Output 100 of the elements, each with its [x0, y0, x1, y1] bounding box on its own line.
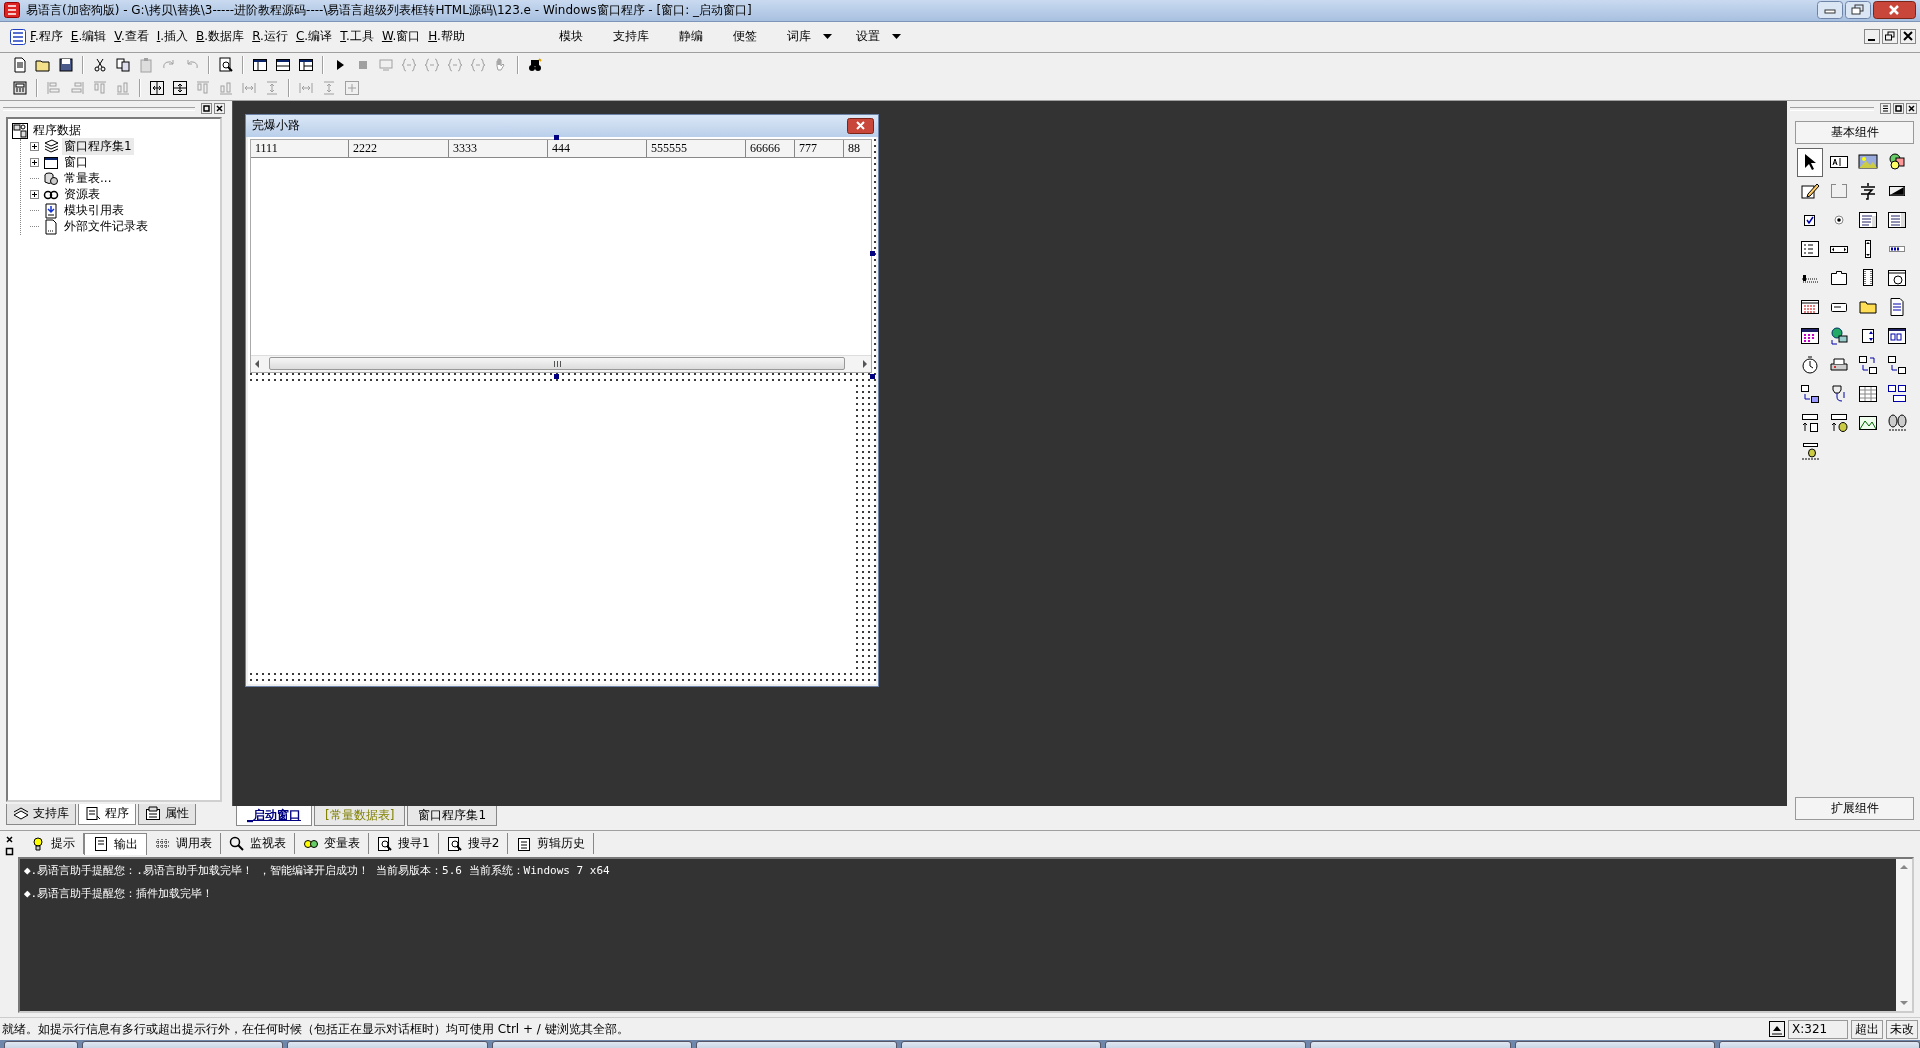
- menu-item[interactable]: I.插入: [154, 28, 195, 46]
- output-tab[interactable]: 调用表: [147, 833, 221, 855]
- menu-item[interactable]: R.运行: [250, 28, 294, 46]
- tree-item[interactable]: 模块引用表: [62, 202, 126, 220]
- expand-icon[interactable]: [30, 142, 39, 152]
- cylinder-link-icon[interactable]: [1800, 442, 1820, 463]
- output-tab[interactable]: 变量表: [295, 833, 369, 855]
- stopwatch-icon[interactable]: [1800, 355, 1820, 376]
- resize-handle[interactable]: [554, 373, 559, 379]
- menu-item[interactable]: B.数据库: [194, 28, 251, 46]
- column-header[interactable]: 555555: [647, 139, 746, 157]
- tree-item[interactable]: 程序数据: [31, 122, 83, 140]
- grid-icon[interactable]: [1858, 384, 1878, 405]
- resize-handle[interactable]: [554, 134, 559, 140]
- menu-item[interactable]: E.编辑: [68, 28, 113, 46]
- column-header[interactable]: 1111: [251, 139, 349, 157]
- network-icon[interactable]: [1887, 355, 1907, 376]
- output-tab[interactable]: 搜寻2: [438, 833, 509, 855]
- tree-item[interactable]: 外部文件记录表: [62, 218, 150, 236]
- menu-item[interactable]: 便签: [720, 28, 769, 46]
- menu-item[interactable]: 词库: [774, 28, 823, 46]
- close-icon[interactable]: [1900, 29, 1916, 45]
- character-icon[interactable]: [1858, 181, 1878, 202]
- stack-icon: [43, 138, 59, 155]
- panel-icon[interactable]: [1887, 326, 1907, 347]
- status-field: 超出: [1851, 1019, 1883, 1039]
- column-header[interactable]: 2222: [349, 139, 449, 157]
- list-view[interactable]: 1111 2222 3333 444 555555 66666 777 88: [250, 138, 872, 373]
- network-icon[interactable]: [1800, 384, 1820, 405]
- tree-item[interactable]: 常量表...: [62, 170, 114, 188]
- document-icon[interactable]: [1887, 297, 1907, 318]
- combo-box-icon[interactable]: [1858, 210, 1878, 231]
- document-tab[interactable]: _启动窗口: [236, 805, 312, 826]
- palette-icon[interactable]: [1800, 326, 1820, 347]
- resize-handle[interactable]: [870, 250, 875, 256]
- list-box-icon[interactable]: [1887, 210, 1907, 231]
- network-icon[interactable]: [1858, 355, 1878, 376]
- menu-icon[interactable]: [1880, 103, 1891, 115]
- menu-item[interactable]: H.帮助: [426, 28, 471, 46]
- menu-item[interactable]: 静编: [666, 28, 715, 46]
- globe-computer-icon[interactable]: [1829, 326, 1849, 347]
- column-header[interactable]: 444: [548, 139, 647, 157]
- tree-item[interactable]: 窗口程序集1: [62, 138, 134, 156]
- data-source-icon[interactable]: [1800, 413, 1820, 434]
- output-tab[interactable]: 搜寻1: [369, 833, 439, 855]
- restore-icon[interactable]: [1882, 29, 1898, 45]
- restore-icon[interactable]: [1893, 103, 1904, 115]
- toolbox-button[interactable]: 基本组件: [1795, 120, 1914, 144]
- menu-item[interactable]: F.程序: [28, 28, 69, 46]
- menu-item[interactable]: W.窗口: [379, 28, 427, 46]
- column-header[interactable]: 3333: [449, 139, 548, 157]
- menu-item[interactable]: 模块: [546, 28, 595, 46]
- cylinders-icon[interactable]: [1887, 413, 1907, 434]
- document-tab[interactable]: [常量数据表]: [314, 805, 406, 826]
- menu-item[interactable]: 支持库: [600, 28, 661, 46]
- output-tab[interactable]: 监视表: [221, 833, 295, 855]
- output-tab[interactable]: 剪辑历史: [508, 833, 595, 855]
- panel-tab[interactable]: 支持库: [6, 803, 76, 825]
- down-arrow-icon[interactable]: [1899, 999, 1909, 1008]
- resize-handle[interactable]: [870, 373, 875, 379]
- vertical-scrollbar[interactable]: [1896, 858, 1912, 1012]
- browser-icon[interactable]: [1887, 268, 1907, 289]
- column-header[interactable]: 777: [795, 139, 844, 157]
- database-icon[interactable]: [1829, 413, 1849, 434]
- pencil-icon[interactable]: [1800, 181, 1820, 202]
- tree-item[interactable]: 资源表: [62, 186, 102, 204]
- restore-icon[interactable]: [201, 103, 212, 115]
- log-line: ◆.易语言助手提醒您：插件加载完毕！: [24, 885, 215, 902]
- right-arrow-icon[interactable]: [861, 358, 869, 369]
- data-nav-icon[interactable]: [1887, 384, 1907, 405]
- dropdown-icon[interactable]: [891, 34, 901, 40]
- menu-item[interactable]: C.编译: [293, 28, 339, 46]
- magnifier-page-icon: [377, 835, 393, 852]
- close-icon[interactable]: [847, 117, 874, 134]
- dropdown-icon[interactable]: [822, 34, 832, 40]
- tree-item[interactable]: 窗口: [62, 154, 90, 172]
- document-tab[interactable]: 窗口程序集1: [407, 805, 497, 826]
- horizontal-scrollbar[interactable]: [251, 354, 871, 372]
- close-icon[interactable]: [4, 834, 14, 844]
- panel-tab[interactable]: 属性: [138, 803, 196, 825]
- menu-item[interactable]: 设置: [843, 28, 892, 46]
- menu-item[interactable]: T.工具: [338, 28, 380, 46]
- close-icon[interactable]: [214, 103, 225, 115]
- books-icon: [13, 805, 29, 822]
- expand-icon[interactable]: [30, 158, 39, 168]
- output-tab[interactable]: 输出: [84, 832, 147, 855]
- shapes-icon[interactable]: [1887, 152, 1907, 173]
- minimize-icon[interactable]: [1864, 29, 1880, 45]
- restore-icon[interactable]: [4, 846, 14, 856]
- toolbox-button[interactable]: 扩展组件: [1795, 796, 1914, 820]
- left-arrow-icon[interactable]: [253, 358, 261, 369]
- column-header[interactable]: 66666: [746, 139, 795, 157]
- menu-item[interactable]: V.查看: [112, 28, 155, 46]
- expand-icon[interactable]: [30, 190, 39, 200]
- panel-tab[interactable]: 程序: [78, 803, 136, 825]
- app-icon: [4, 2, 20, 19]
- column-header[interactable]: 88: [844, 139, 871, 157]
- checklist-icon[interactable]: [1800, 239, 1820, 260]
- close-icon[interactable]: [1873, 1, 1916, 20]
- close-icon[interactable]: [1906, 103, 1917, 115]
